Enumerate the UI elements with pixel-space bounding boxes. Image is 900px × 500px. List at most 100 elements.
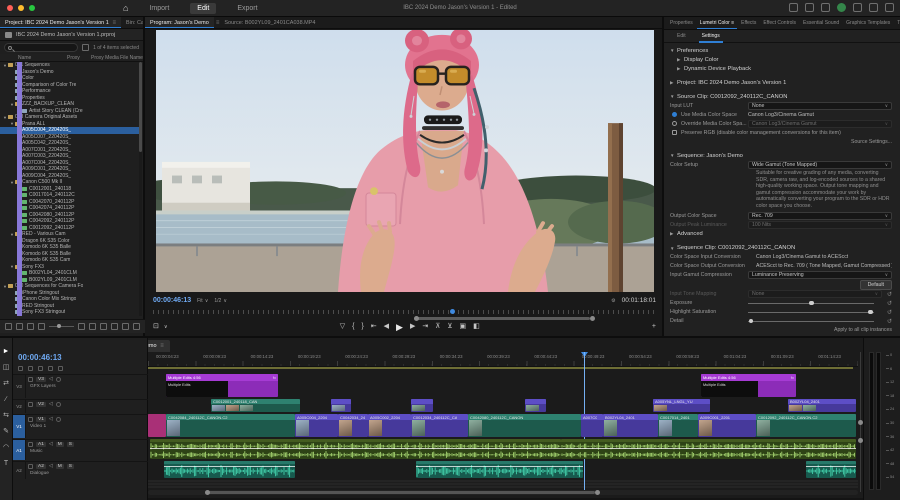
- step-forward-button[interactable]: ▶: [410, 322, 415, 332]
- tab-lumetri-color[interactable]: Lumetri Color ≡: [697, 17, 737, 30]
- tab-effects[interactable]: Effects: [738, 17, 759, 30]
- dialogue-audio-clip[interactable]: [416, 461, 583, 478]
- snap-icon[interactable]: [28, 366, 33, 371]
- subtab-settings[interactable]: Settings: [699, 30, 723, 43]
- chevron-down-icon[interactable]: ∨: [164, 322, 168, 332]
- scrollbar-handle[interactable]: [205, 491, 596, 494]
- video-clip[interactable]: B002YL04_2401: [788, 399, 856, 412]
- step-back-button[interactable]: ◀: [384, 322, 389, 332]
- mode-tab-edit[interactable]: Edit: [190, 3, 216, 14]
- track-name[interactable]: GFX Layers: [30, 384, 146, 389]
- fullscreen-icon[interactable]: [885, 3, 894, 12]
- zoom-slider-handle[interactable]: [57, 324, 61, 328]
- zoom-slider[interactable]: [49, 326, 74, 327]
- resize-icon[interactable]: [869, 3, 878, 12]
- track-badge[interactable]: V1: [36, 417, 46, 422]
- dropdown[interactable]: None∨: [748, 102, 892, 110]
- go-to-out-button[interactable]: ⇥: [422, 322, 428, 332]
- current-timecode[interactable]: 00:00:46:13: [153, 297, 191, 304]
- solo-button[interactable]: S: [67, 442, 74, 447]
- quick-export-icon[interactable]: [789, 3, 798, 12]
- dropdown[interactable]: Wide Gamut (Tone Mapped)∨: [748, 161, 892, 169]
- reset-icon[interactable]: ↺: [882, 318, 892, 325]
- default-button[interactable]: Default: [860, 280, 892, 290]
- volume-rubber-band[interactable]: [164, 466, 295, 467]
- source-patch-v2[interactable]: V2: [13, 400, 26, 413]
- sort-icon[interactable]: [78, 323, 85, 330]
- automate-to-sequence-icon[interactable]: [89, 323, 96, 330]
- track-badge[interactable]: A1: [36, 442, 46, 447]
- ripple-edit-tool[interactable]: ⇄: [3, 380, 9, 388]
- target-icon[interactable]: ◁: [49, 401, 53, 407]
- track-name[interactable]: Dialogue: [30, 471, 146, 476]
- project-scrollbar[interactable]: [139, 62, 142, 316]
- read-only-icon[interactable]: [5, 323, 12, 330]
- dropdown[interactable]: Rec. 709∨: [748, 212, 892, 220]
- extract-button[interactable]: ⊻: [447, 322, 452, 332]
- video-clip[interactable]: [411, 399, 433, 412]
- play-button[interactable]: ▶: [396, 322, 403, 332]
- sequence-timecode[interactable]: 00:00:46:13: [18, 353, 62, 362]
- source-patch-a2[interactable]: A2: [13, 462, 26, 479]
- workspaces-icon[interactable]: [821, 3, 830, 12]
- radio-button[interactable]: [672, 121, 677, 126]
- volume-rubber-band[interactable]: [150, 448, 561, 449]
- eye-icon[interactable]: [56, 417, 61, 422]
- add-marker-button[interactable]: ▽: [340, 322, 345, 332]
- lock-icon[interactable]: [28, 417, 33, 422]
- slider[interactable]: [748, 303, 874, 304]
- target-icon[interactable]: ◁: [49, 441, 53, 447]
- section-header[interactable]: ▼Sequence Clip: C0012092_240112C_CANON: [670, 244, 892, 253]
- monitor-playhead[interactable]: [450, 309, 455, 314]
- slider[interactable]: [748, 312, 874, 313]
- reset-icon[interactable]: ↺: [882, 309, 892, 316]
- slider-handle[interactable]: [809, 301, 814, 306]
- source-patch-v1[interactable]: V1: [13, 415, 26, 438]
- video-clip[interactable]: [331, 399, 351, 412]
- music-audio-clip[interactable]: [561, 439, 856, 459]
- delete-icon[interactable]: [133, 323, 140, 330]
- reset-icon[interactable]: ↺: [882, 300, 892, 307]
- zoom-level-dropdown[interactable]: Fit∨: [197, 298, 208, 304]
- type-tool[interactable]: T: [4, 460, 8, 468]
- link-apply-to-all-clip-instances[interactable]: Apply to all clip instances: [834, 327, 892, 333]
- list-view-icon[interactable]: [16, 323, 23, 330]
- go-to-in-button[interactable]: ⇤: [371, 322, 377, 332]
- lift-button[interactable]: ⊼: [435, 322, 440, 332]
- icon-view-icon[interactable]: [27, 323, 34, 330]
- playback-resolution-dropdown[interactable]: 1/2∨: [214, 298, 227, 304]
- volume-rubber-band[interactable]: [561, 448, 856, 449]
- filter-icon[interactable]: [82, 44, 89, 51]
- lock-icon[interactable]: [28, 402, 33, 407]
- volume-rubber-band[interactable]: [416, 466, 583, 467]
- dialogue-audio-clip[interactable]: [806, 461, 856, 478]
- video-clip[interactable]: A005C002_2204: [368, 414, 411, 437]
- slider-handle[interactable]: [868, 310, 873, 315]
- section-header[interactable]: ▶Dynamic Device Playback: [670, 64, 892, 73]
- tab-text[interactable]: Text: [894, 17, 900, 30]
- slider[interactable]: [748, 321, 874, 322]
- eye-icon[interactable]: [56, 402, 61, 407]
- lock-icon[interactable]: [28, 442, 33, 447]
- add-marker-icon[interactable]: [48, 366, 53, 371]
- checkbox[interactable]: [672, 130, 677, 135]
- zoom-window-button[interactable]: [29, 5, 35, 11]
- mark-out-button[interactable]: }: [361, 322, 363, 332]
- tab-graphics-templates[interactable]: Graphics Templates: [843, 17, 893, 30]
- panel-menu-icon[interactable]: ≡: [111, 20, 116, 26]
- slip-tool[interactable]: ⇆: [3, 412, 9, 420]
- comments-icon[interactable]: [853, 3, 862, 12]
- tab-program[interactable]: Program: Jason's Demo: [145, 17, 214, 29]
- nest-icon[interactable]: [18, 366, 23, 371]
- video-clip[interactable]: A009C001_2201: [698, 414, 756, 437]
- video-clip[interactable]: C0042084_240112C_CANON.C2: [166, 414, 295, 437]
- mute-button[interactable]: M: [56, 464, 64, 469]
- dropdown[interactable]: Canon Log3/Cinema Gamut∨: [748, 120, 892, 128]
- dialogue-audio-clip[interactable]: [164, 461, 295, 478]
- video-clip[interactable]: C0012034_240112C_CA: [411, 414, 468, 437]
- target-icon[interactable]: ◁: [49, 376, 53, 382]
- track-name[interactable]: Music: [30, 449, 146, 454]
- video-clip[interactable]: A005YNL_LNGL_YU: [653, 399, 710, 412]
- video-clip[interactable]: C0042034_24: [338, 414, 368, 437]
- mode-tab-export[interactable]: Export: [230, 3, 264, 14]
